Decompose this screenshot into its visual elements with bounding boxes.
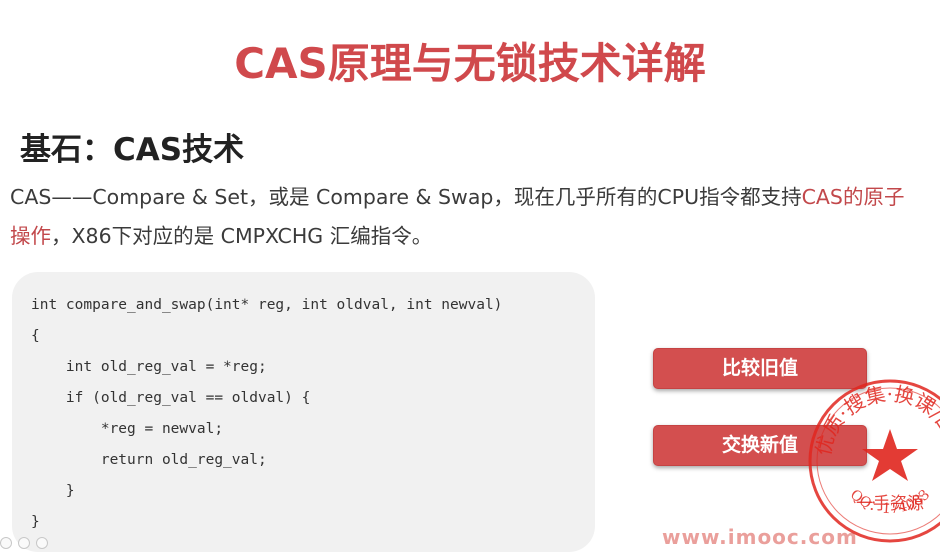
svg-text:优质·搜集·换课/回收: 优质·搜集·换课/回收 xyxy=(811,382,940,458)
description-highlight: CAS的原子 xyxy=(801,185,905,209)
code-line: int compare_and_swap(int* reg, int oldva… xyxy=(31,297,503,313)
code-line: { xyxy=(31,328,40,344)
description-paragraph: CAS——Compare & Set，或是 Compare & Swap，现在几… xyxy=(10,178,940,256)
description-text: CAS——Compare & Set，或是 Compare & Swap，现在几… xyxy=(10,185,802,209)
nav-dot[interactable] xyxy=(18,537,30,549)
slide-nav-dots[interactable] xyxy=(0,534,80,549)
star-icon xyxy=(862,429,918,481)
page-title: CAS原理与无锁技术详解 xyxy=(234,39,706,88)
code-line: return old_reg_val; xyxy=(31,452,267,468)
nav-dot[interactable] xyxy=(36,537,48,549)
description-text: ，X86下对应的是 CMPXCHG 汇编指令。 xyxy=(51,224,433,248)
code-line: if (old_reg_val == oldval) { xyxy=(31,390,311,406)
code-block: int compare_and_swap(int* reg, int oldva… xyxy=(31,290,502,538)
description-line-1: CAS——Compare & Set，或是 Compare & Swap，现在几… xyxy=(10,178,940,217)
description-highlight: 操作 xyxy=(10,224,51,248)
watermark-text: www.imooc.com xyxy=(662,525,858,549)
section-heading: 基石：CAS技术 xyxy=(20,132,245,168)
code-line: } xyxy=(31,514,40,530)
code-line: *reg = newval; xyxy=(31,421,224,437)
code-line: } xyxy=(31,483,75,499)
description-line-2: 操作，X86下对应的是 CMPXCHG 汇编指令。 xyxy=(10,217,940,256)
nav-dot[interactable] xyxy=(0,537,12,549)
seal-stamp: 优质·搜集·换课/回收 一手资源 QQ：174083 xyxy=(808,379,940,543)
code-line: int old_reg_val = *reg; xyxy=(31,359,267,375)
